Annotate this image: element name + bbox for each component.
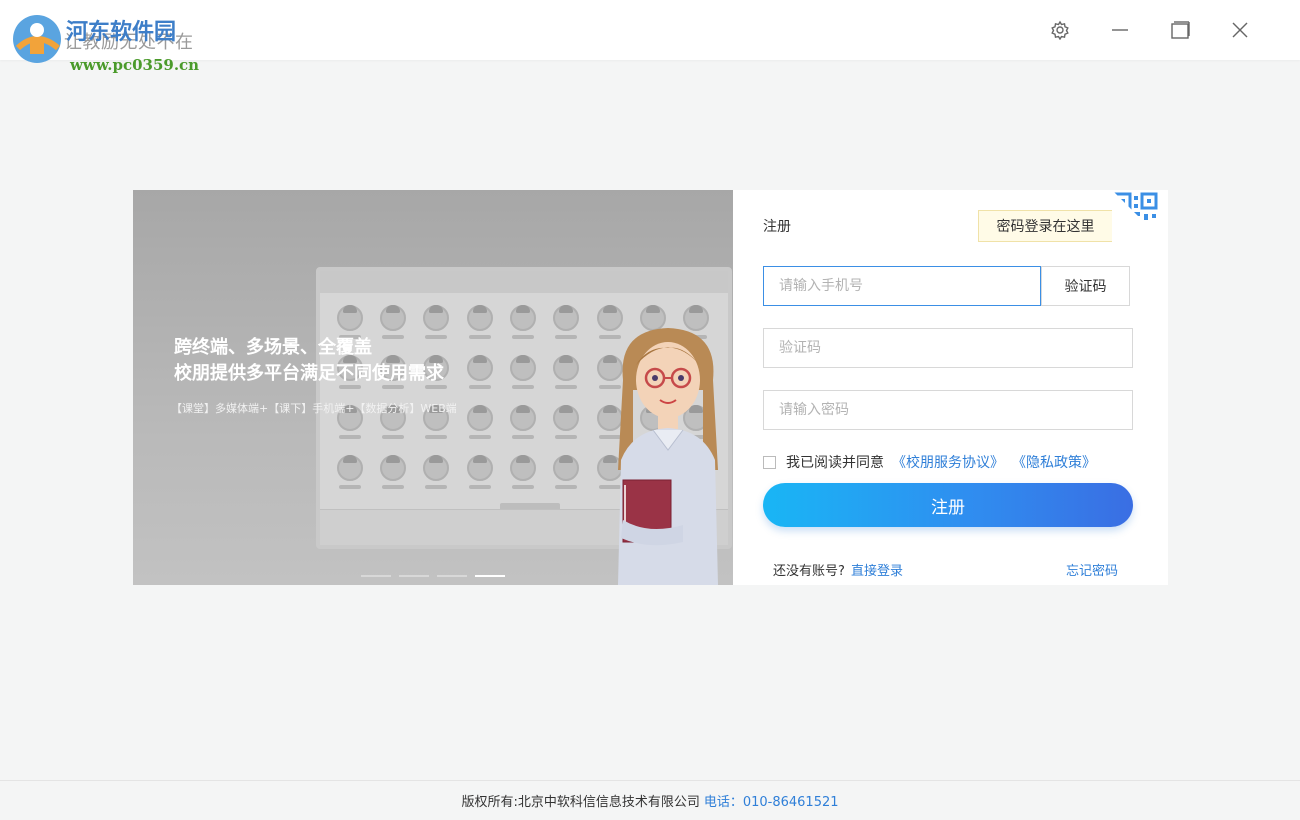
title-bar: 让教励无处不在 河东软件园 www.pc0359.cn — [0, 0, 1300, 74]
student-avatar-illustration — [371, 449, 414, 499]
student-avatar-illustration — [371, 299, 414, 349]
settings-icon — [1051, 20, 1069, 40]
close-button[interactable] — [1226, 16, 1254, 44]
close-icon — [1232, 22, 1248, 38]
password-input[interactable] — [763, 390, 1133, 430]
register-button[interactable]: 注册 — [763, 483, 1133, 527]
app-logo: 让教励无处不在 河东软件园 www.pc0359.cn — [4, 8, 284, 74]
banner-headline-2: 校朋提供多平台满足不同使用需求 — [174, 363, 444, 384]
watermark-url: www.pc0359.cn — [70, 56, 200, 74]
carousel-indicators — [361, 575, 505, 577]
student-avatar-illustration — [458, 449, 501, 499]
student-avatar-illustration — [458, 399, 501, 449]
student-avatar-illustration — [545, 399, 588, 449]
phone-link[interactable]: 电话：010-86461521 — [704, 791, 839, 810]
terms-link[interactable]: 《校朋服务协议》 — [892, 452, 1004, 472]
maximize-button[interactable] — [1166, 16, 1194, 44]
student-avatar-illustration — [501, 399, 544, 449]
password-login-tooltip: 密码登录在这里 — [978, 210, 1118, 242]
minimize-button[interactable] — [1106, 16, 1134, 44]
get-code-button[interactable]: 验证码 — [1041, 266, 1130, 306]
banner-subline: 【课堂】多媒体端+【课下】手机端+【数据分析】WEB端 — [171, 402, 456, 415]
student-avatar-illustration — [501, 449, 544, 499]
teacher-illustration — [618, 328, 718, 585]
agree-checkbox[interactable] — [763, 455, 776, 469]
register-form: 注册 密码登录在这里 验证码 我已阅读并同 — [733, 190, 1168, 585]
form-title: 注册 — [763, 219, 791, 235]
phone-input[interactable] — [763, 266, 1041, 306]
carousel-dot[interactable] — [361, 575, 391, 577]
register-card: 跨终端、多场景、全覆盖 校朋提供多平台满足不同使用需求 【课堂】多媒体端+【课下… — [133, 190, 1168, 585]
carousel-dot[interactable] — [399, 575, 429, 577]
student-avatar-illustration — [501, 299, 544, 349]
agree-text: 我已阅读并同意 — [786, 455, 884, 471]
qr-code-icon — [1112, 190, 1168, 246]
student-avatar-illustration — [545, 449, 588, 499]
promo-carousel[interactable]: 跨终端、多场景、全覆盖 校朋提供多平台满足不同使用需求 【课堂】多媒体端+【课下… — [133, 190, 733, 585]
footer: 版权所有:北京中软科信信息技术有限公司 电话：010-86461521 — [0, 780, 1300, 820]
qr-login-toggle[interactable] — [1112, 190, 1168, 246]
student-avatar-illustration — [545, 299, 588, 349]
student-avatar-illustration — [458, 349, 501, 399]
have-account-text: 还没有账号? — [773, 564, 845, 579]
carousel-dot-active[interactable] — [475, 575, 505, 577]
privacy-link[interactable]: 《隐私政策》 — [1012, 452, 1096, 472]
student-avatar-illustration — [328, 449, 371, 499]
carousel-dot[interactable] — [437, 575, 467, 577]
student-avatar-illustration — [415, 449, 458, 499]
direct-login-link[interactable]: 直接登录 — [851, 564, 903, 579]
forgot-password-link[interactable]: 忘记密码 — [1066, 560, 1118, 579]
minimize-icon — [1112, 29, 1128, 31]
banner-headline-1: 跨终端、多场景、全覆盖 — [174, 337, 372, 358]
copyright-text: 版权所有:北京中软科信信息技术有限公司 — [461, 795, 700, 810]
student-avatar-illustration — [501, 349, 544, 399]
watermark-title: 河东软件园 — [66, 19, 177, 45]
student-avatar-illustration — [545, 349, 588, 399]
settings-button[interactable] — [1046, 16, 1074, 44]
maximize-icon — [1171, 21, 1190, 39]
logo-icon — [13, 15, 61, 63]
student-avatar-illustration — [458, 299, 501, 349]
student-avatar-illustration — [415, 299, 458, 349]
verification-code-input[interactable] — [763, 328, 1133, 368]
agreement-row: 我已阅读并同意 《校朋服务协议》 《隐私政策》 — [763, 452, 1096, 472]
